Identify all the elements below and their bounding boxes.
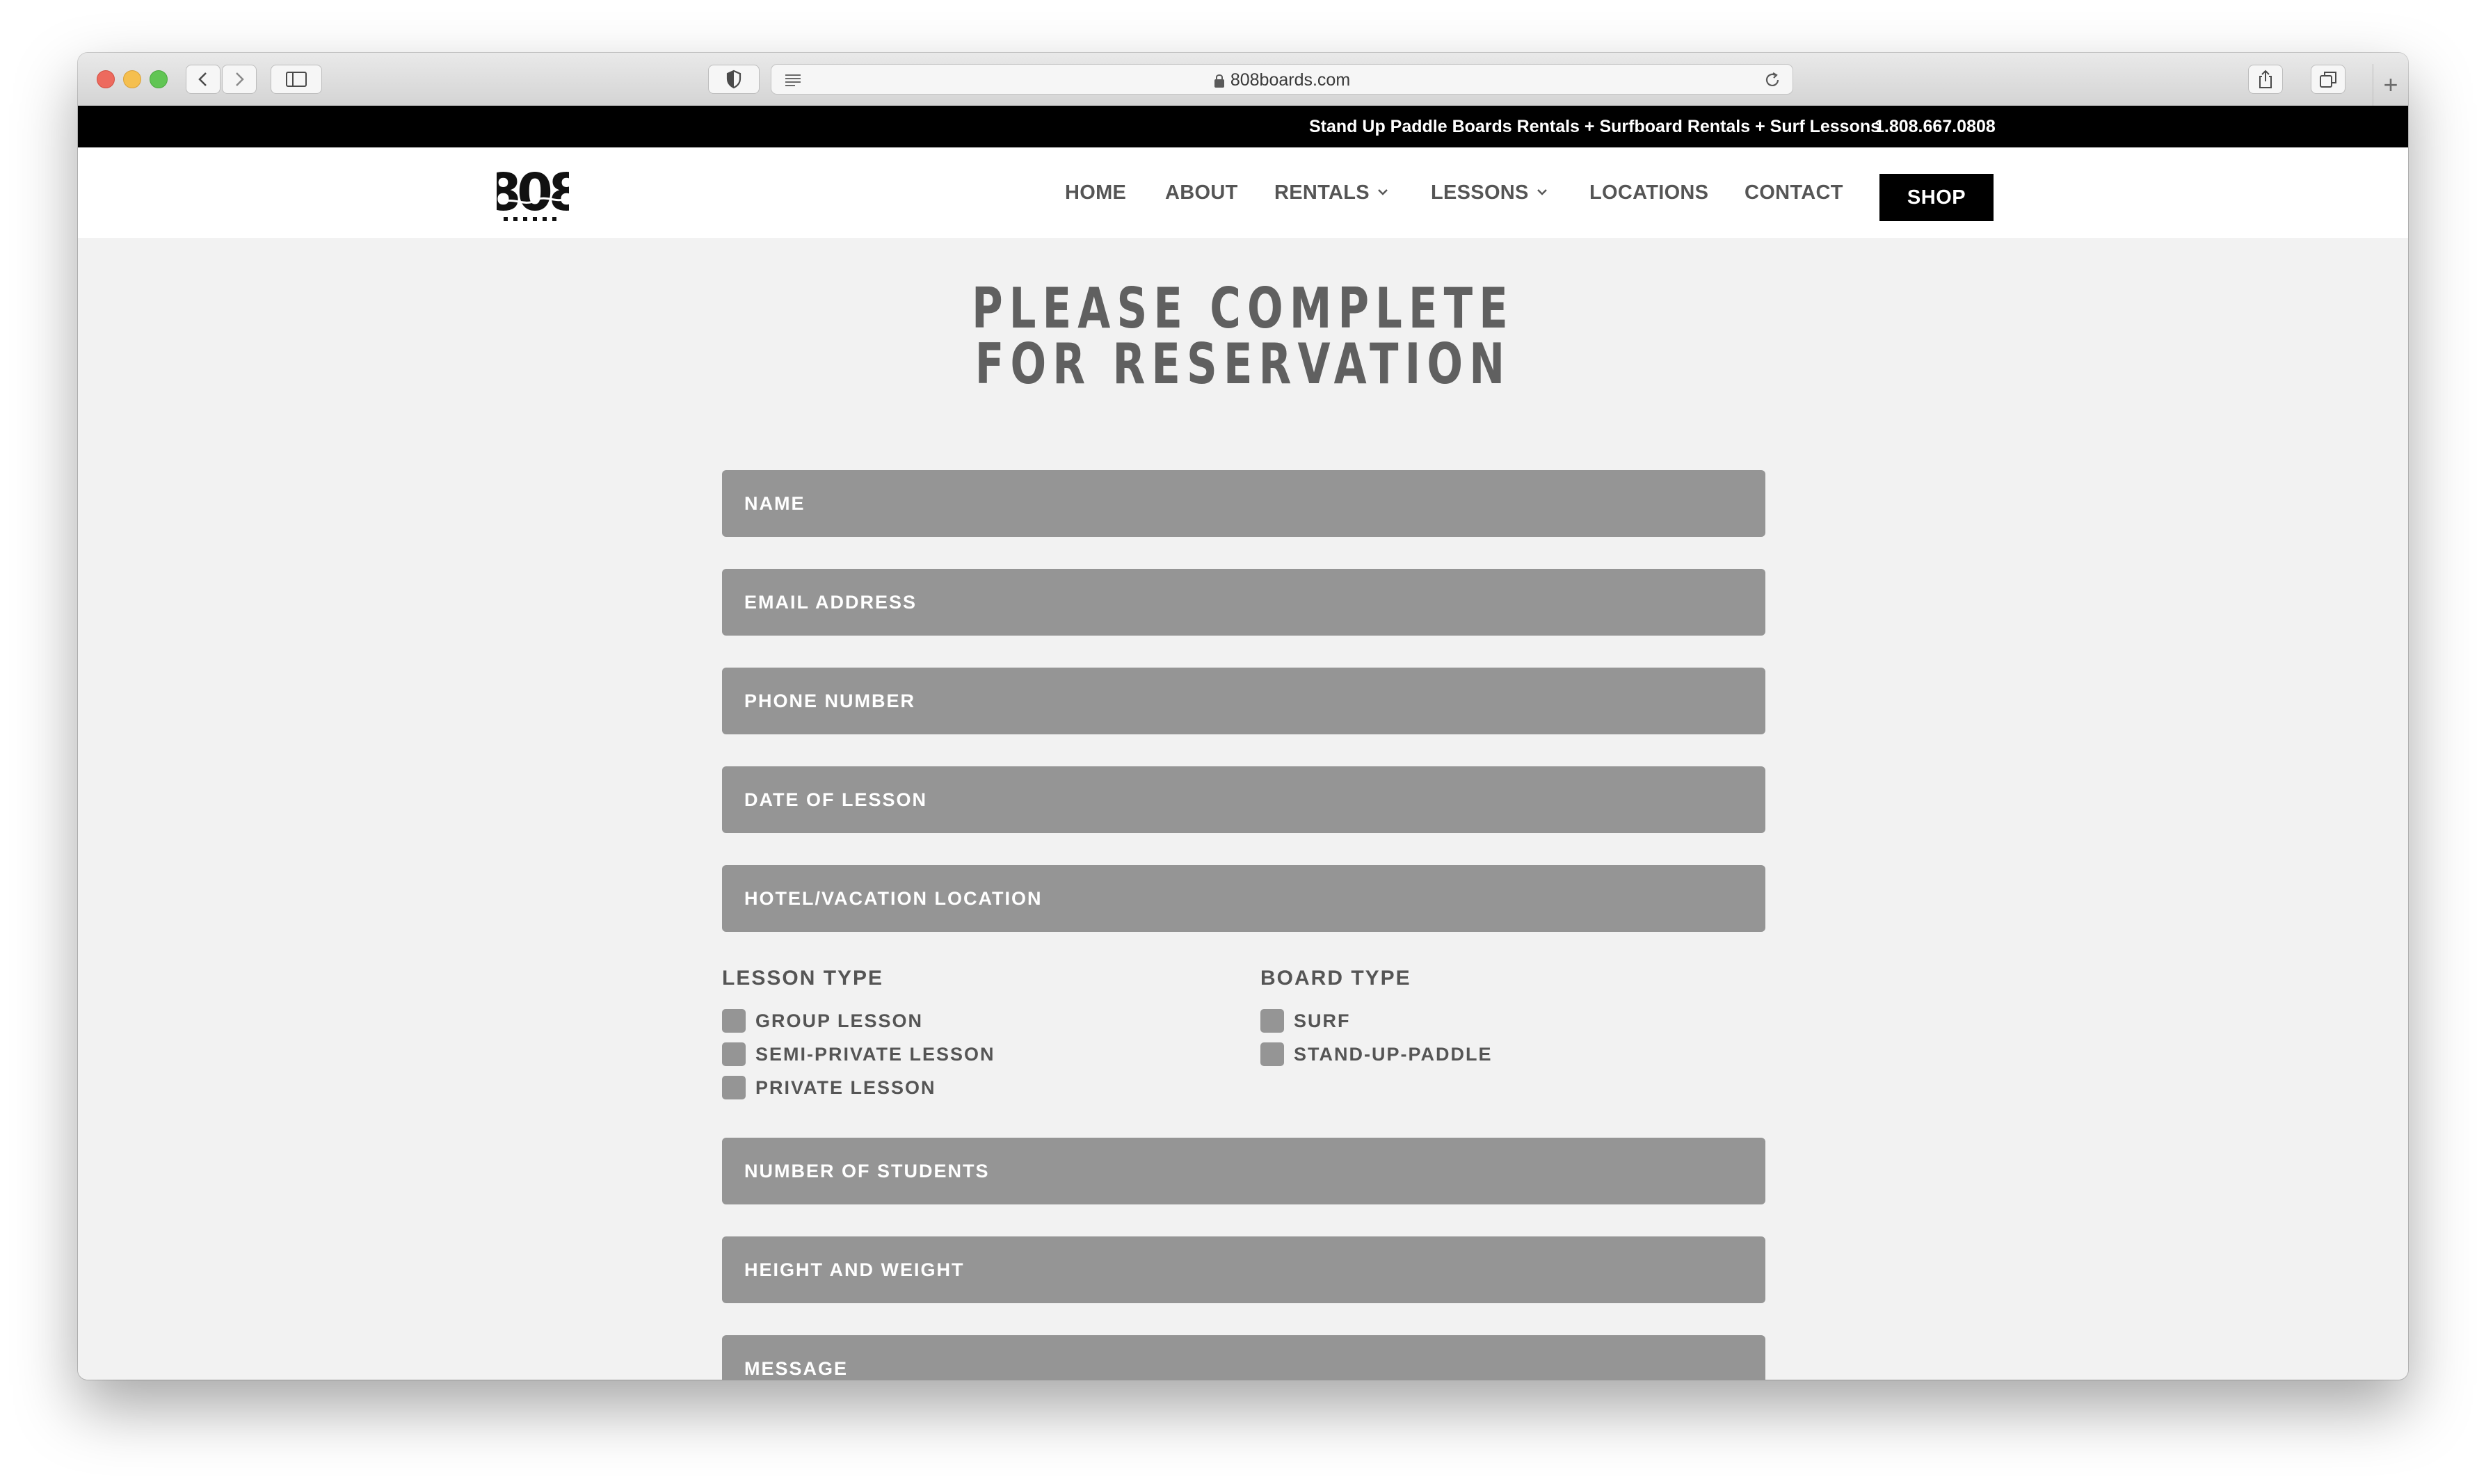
chevron-right-icon: [236, 72, 244, 86]
option-label: GROUP LESSON: [755, 1010, 924, 1031]
hotel-field[interactable]: [722, 865, 1765, 932]
share-button[interactable]: [2248, 65, 2283, 94]
message-field[interactable]: [722, 1335, 1765, 1380]
nav-lessons-label: LESSONS: [1431, 182, 1529, 204]
nav-locations[interactable]: LOCATIONS: [1589, 147, 1708, 238]
hotel-input[interactable]: [722, 865, 1765, 932]
name-input[interactable]: [722, 470, 1765, 537]
nav-home[interactable]: HOME: [1065, 147, 1126, 238]
checkbox[interactable]: [1260, 1042, 1284, 1066]
tabs-overview-button[interactable]: [2311, 65, 2345, 94]
lesson-option-group[interactable]: GROUP LESSON: [722, 1008, 923, 1033]
reload-icon[interactable]: [1763, 71, 1781, 89]
lesson-option-private[interactable]: PRIVATE LESSON: [722, 1075, 936, 1100]
browser-window: 808boards.com + Stand Up Paddle Boards R…: [78, 53, 2408, 1380]
chevron-down-icon: [1378, 189, 1388, 196]
nav-lessons[interactable]: LESSONS: [1431, 147, 1548, 238]
reservation-section: PLEASE COMPLETE FOR RESERVATION LESSON T…: [78, 238, 2408, 1380]
site-topbar: Stand Up Paddle Boards Rentals + Surfboa…: [78, 106, 2408, 147]
checkbox[interactable]: [722, 1076, 746, 1099]
maximize-window-button[interactable]: [150, 70, 168, 88]
checkbox[interactable]: [722, 1009, 746, 1033]
message-input[interactable]: [722, 1335, 1765, 1380]
privacy-report-button[interactable]: [708, 65, 760, 94]
option-label: STAND-UP-PADDLE: [1294, 1043, 1493, 1065]
minimize-window-button[interactable]: [123, 70, 141, 88]
nav-rentals-label: RENTALS: [1274, 182, 1370, 204]
page-title-line-2: FOR RESERVATION: [975, 332, 1511, 396]
chevron-left-icon: [198, 72, 207, 86]
checkbox[interactable]: [722, 1042, 746, 1066]
students-input[interactable]: [722, 1138, 1765, 1204]
topbar-phone-link[interactable]: 1.808.667.0808: [1875, 106, 1996, 147]
shop-button[interactable]: SHOP: [1879, 174, 1994, 221]
back-button[interactable]: [186, 65, 220, 94]
option-label: PRIVATE LESSON: [755, 1076, 936, 1098]
height-weight-field[interactable]: [722, 1236, 1765, 1303]
phone-field[interactable]: [722, 668, 1765, 734]
board-option-sup[interactable]: STAND-UP-PADDLE: [1260, 1042, 1493, 1067]
chevron-down-icon: [1537, 189, 1547, 196]
email-input[interactable]: [722, 569, 1765, 636]
forward-button[interactable]: [222, 65, 257, 94]
site-logo[interactable]: 808: [497, 157, 569, 227]
topbar-tagline: Stand Up Paddle Boards Rentals + Surfboa…: [1309, 117, 1881, 136]
board-type-label: BOARD TYPE: [1260, 967, 1411, 990]
lesson-option-semi-private[interactable]: SEMI-PRIVATE LESSON: [722, 1042, 995, 1067]
tabs-icon: [2320, 72, 2336, 88]
name-field[interactable]: [722, 470, 1765, 537]
phone-input[interactable]: [722, 668, 1765, 734]
url-display: 808boards.com: [771, 65, 1793, 95]
page-title-line-1: PLEASE COMPLETE: [972, 276, 1514, 341]
close-window-button[interactable]: [97, 70, 115, 88]
students-field[interactable]: [722, 1138, 1765, 1204]
nav-about[interactable]: ABOUT: [1165, 147, 1238, 238]
date-field[interactable]: [722, 766, 1765, 833]
sidebar-icon: [286, 72, 307, 87]
board-option-surf[interactable]: SURF: [1260, 1008, 1351, 1033]
option-label: SEMI-PRIVATE LESSON: [755, 1043, 995, 1065]
height-weight-input[interactable]: [722, 1236, 1765, 1303]
site-header: 808 HOME ABOUT RENTALS LESSONS LOCATIONS…: [78, 147, 2408, 238]
nav-contact[interactable]: CONTACT: [1745, 147, 1843, 238]
option-label: SURF: [1294, 1010, 1351, 1031]
nav-rentals[interactable]: RENTALS: [1274, 147, 1389, 238]
share-icon: [2259, 70, 2272, 88]
url-text: 808boards.com: [1230, 70, 1351, 90]
logo-text: 808: [497, 163, 569, 223]
lesson-type-label: LESSON TYPE: [722, 967, 884, 990]
checkbox[interactable]: [1260, 1009, 1284, 1033]
address-bar[interactable]: 808boards.com: [771, 64, 1793, 95]
sidebar-toggle-button[interactable]: [271, 65, 322, 94]
new-tab-button[interactable]: +: [2373, 64, 2408, 106]
email-field[interactable]: [722, 569, 1765, 636]
browser-toolbar: 808boards.com +: [78, 53, 2408, 106]
lock-icon: [1214, 74, 1224, 88]
date-input[interactable]: [722, 766, 1765, 833]
plus-icon: +: [2383, 70, 2398, 99]
shield-icon: [726, 70, 741, 89]
